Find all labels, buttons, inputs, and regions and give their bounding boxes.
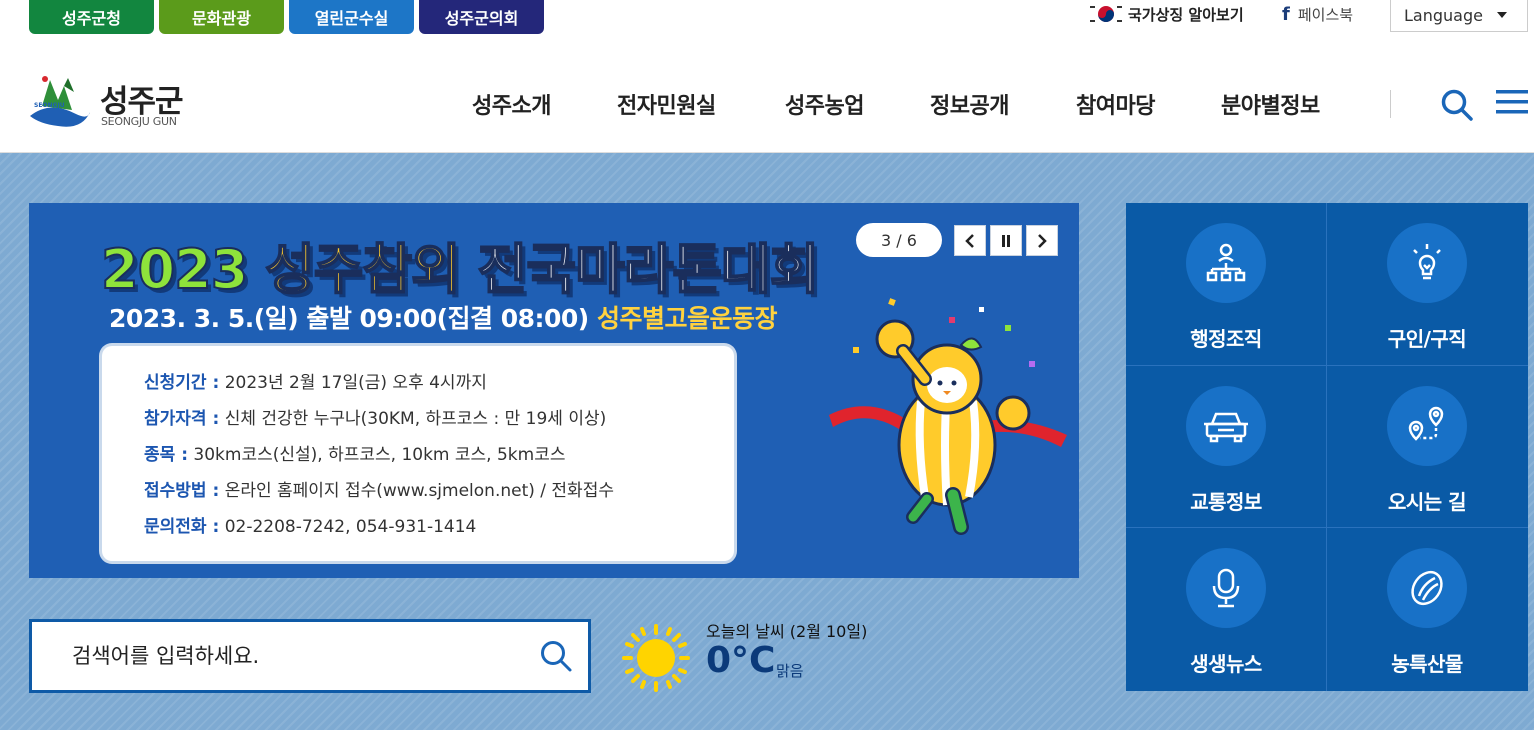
car-icon	[1204, 412, 1248, 443]
county-emblem-icon: SEONGJU	[30, 76, 90, 127]
chevron-down-icon	[1497, 12, 1507, 18]
facebook-link[interactable]: f 페이스북	[1282, 0, 1353, 28]
language-label: Language	[1404, 6, 1483, 25]
chevron-left-icon	[965, 233, 974, 248]
nav-field-info[interactable]: 분야별정보	[1221, 88, 1320, 120]
quick-menu-directions[interactable]: 오시는 길	[1327, 366, 1527, 528]
quick-menu-label: 교통정보	[1190, 490, 1262, 514]
nav-agriculture[interactable]: 성주농업	[785, 88, 864, 120]
slide-pause-button[interactable]	[990, 225, 1022, 256]
facebook-label: 페이스북	[1297, 5, 1354, 24]
melon-icon	[1411, 570, 1443, 606]
quick-menu-label: 농특산물	[1391, 652, 1463, 676]
site-logo[interactable]: SEONGJU 성주군 SEONGJU GUN	[28, 70, 198, 134]
site-tab-culture-tourism[interactable]: 문화관광	[159, 0, 284, 34]
quick-menu-label: 행정조직	[1190, 327, 1262, 351]
quick-icon-circle	[1186, 223, 1266, 303]
quick-menu-news[interactable]: 생생뉴스	[1126, 528, 1326, 690]
quick-icon-circle	[1186, 386, 1266, 466]
search-icon[interactable]	[1440, 88, 1474, 122]
logo-name-english: SEONGJU GUN	[101, 115, 177, 128]
nav-information[interactable]: 정보공개	[930, 88, 1009, 120]
search-box	[29, 619, 591, 693]
info-row-contact: 문의전화 : 02-2208-7242, 054-931-1414	[144, 517, 477, 537]
melon-mascot-illustration	[829, 298, 1067, 535]
nav-divider	[1390, 90, 1391, 118]
national-symbol-label: 국가상징 알아보기	[1128, 5, 1244, 24]
chevron-right-icon	[1038, 233, 1047, 248]
quick-menu-label: 오시는 길	[1387, 490, 1467, 514]
main-banner[interactable]: 2023 성주참외 전국마라톤대회 2023. 3. 5.(일) 출발 09:0…	[29, 203, 1079, 578]
slide-counter: 3 / 6	[856, 223, 942, 257]
quick-menu-products[interactable]: 농특산물	[1327, 528, 1527, 690]
quick-menu-org[interactable]: 행정조직	[1126, 203, 1326, 365]
search-submit-icon[interactable]	[538, 638, 574, 674]
route-icon	[1408, 406, 1444, 441]
quick-menu-label: 생생뉴스	[1190, 652, 1262, 676]
info-row-eligibility: 참가자격 : 신체 건강한 누구나(30KM, 하프코스 : 만 19세 이상)	[144, 409, 607, 429]
svg-text:SEONGJU: SEONGJU	[34, 102, 65, 109]
quick-menu-label: 구인/구직	[1387, 327, 1467, 351]
banner-title-mid: 성주참외	[264, 237, 462, 302]
banner-title-end: 전국마라톤대회	[477, 237, 821, 302]
banner-date: 2023. 3. 5.(일) 출발 09:00(집결 08:00)	[109, 304, 589, 333]
quick-menu-jobs[interactable]: 구인/구직	[1327, 203, 1527, 365]
search-input[interactable]	[72, 640, 512, 672]
facebook-icon: f	[1282, 3, 1290, 25]
nav-participation[interactable]: 참여마당	[1076, 88, 1155, 120]
microphone-icon	[1212, 568, 1240, 608]
weather-temperature: 0°C	[706, 640, 776, 681]
org-chart-icon	[1206, 243, 1246, 282]
info-row-registration: 접수방법 : 온라인 홈페이지 접수(www.sjmelon.net) / 전화…	[144, 481, 614, 501]
site-tab-governor-office[interactable]: 열린군수실	[289, 0, 414, 34]
site-tab-county-council[interactable]: 성주군의회	[419, 0, 544, 34]
lightbulb-icon	[1413, 244, 1441, 280]
banner-title: 2023 성주참외 전국마라톤대회	[100, 225, 821, 304]
menu-icon[interactable]	[1496, 88, 1528, 116]
banner-info-box: 신청기간 : 2023년 2월 17일(금) 오후 4시까지 참가자격 : 신체…	[102, 346, 734, 561]
pause-icon	[1002, 234, 1010, 247]
taegeuk-icon	[1090, 6, 1122, 22]
banner-subtitle: 2023. 3. 5.(일) 출발 09:00(집결 08:00) 성주별고을운…	[109, 299, 777, 335]
site-tab-county-office[interactable]: 성주군청	[29, 0, 154, 34]
nav-civil-service[interactable]: 전자민원실	[617, 88, 716, 120]
quick-menu: 행정조직 구인/구직 교통정보 오시는 길 생생뉴스 농특산물	[1126, 203, 1528, 691]
national-symbol-link[interactable]: 국가상징 알아보기	[1088, 0, 1244, 28]
slide-next-button[interactable]	[1026, 225, 1058, 256]
info-row-period: 신청기간 : 2023년 2월 17일(금) 오후 4시까지	[144, 373, 487, 393]
weather-title: 오늘의 날씨 (2월 10일)	[706, 622, 868, 641]
slide-prev-button[interactable]	[954, 225, 986, 256]
sun-icon	[622, 624, 690, 692]
weather-condition: 맑음	[776, 662, 804, 680]
quick-icon-circle	[1387, 548, 1467, 628]
language-select[interactable]: Language	[1390, 0, 1528, 32]
quick-menu-traffic[interactable]: 교통정보	[1126, 366, 1326, 528]
banner-title-year: 2023	[100, 237, 249, 302]
quick-icon-circle	[1387, 386, 1467, 466]
nav-intro[interactable]: 성주소개	[472, 88, 551, 120]
quick-icon-circle	[1186, 548, 1266, 628]
banner-place: 성주별고을운동장	[596, 304, 778, 333]
quick-icon-circle	[1387, 223, 1467, 303]
info-row-events: 종목 : 30km코스(신설), 하프코스, 10km 코스, 5km코스	[144, 445, 566, 465]
